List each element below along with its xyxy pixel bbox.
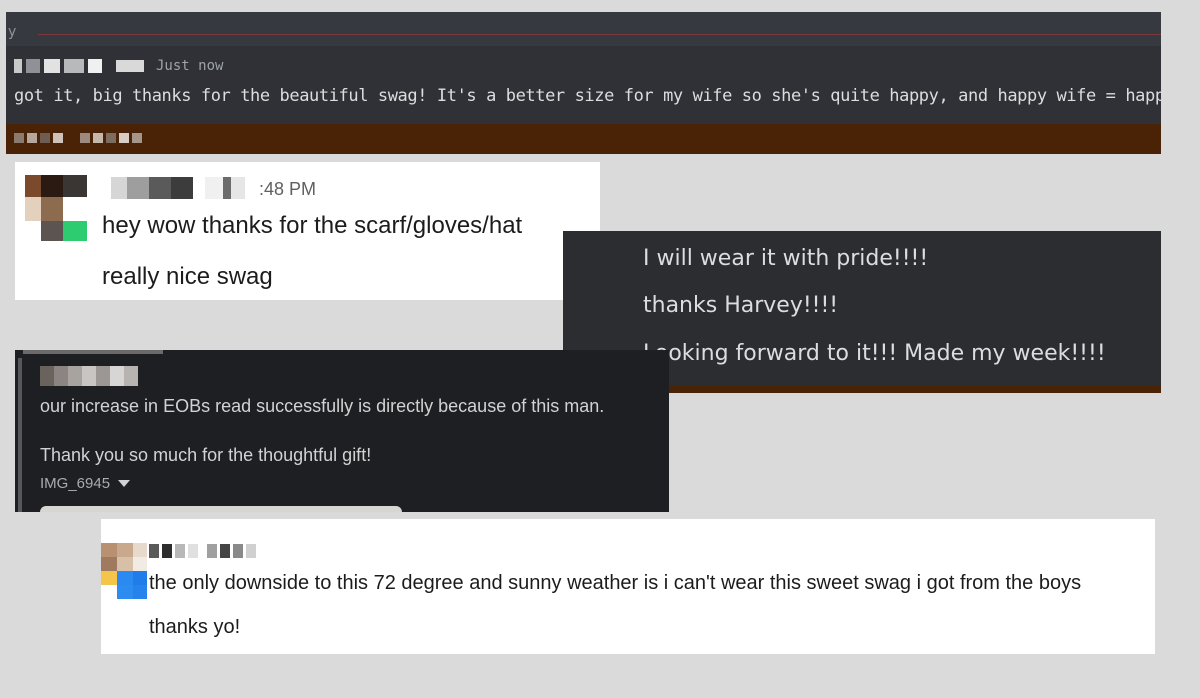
message-text-line: thanks yo!	[149, 616, 241, 638]
message-timestamp: :48 PM	[259, 179, 317, 199]
slack-message-card: our increase in EOBs read successfully i…	[15, 350, 669, 512]
header-letter: y	[8, 24, 17, 40]
pixelated-avatar[interactable]	[101, 543, 147, 599]
thread-bar	[18, 358, 22, 512]
slack-message-card: :48 PM hey wow thanks for the scarf/glov…	[15, 162, 600, 300]
message-text: got it, big thanks for the beautiful swa…	[14, 84, 1161, 106]
image-preview[interactable]	[40, 506, 402, 512]
slack-message-card: the only downside to this 72 degree and …	[101, 519, 1155, 654]
next-message-strip	[6, 124, 1161, 154]
channel-header-strip: y	[6, 12, 1161, 46]
redacted-username[interactable]	[149, 544, 256, 558]
message-timestamp: Just now	[156, 58, 224, 74]
message-text-line: Looking forward to it!!! Made my week!!!…	[643, 341, 1106, 366]
redacted-username[interactable]	[40, 366, 138, 386]
message-text-line: I will wear it with pride!!!!	[643, 246, 929, 271]
redacted-username	[14, 133, 142, 143]
message-row[interactable]: Just now got it, big thanks for the beau…	[6, 46, 1161, 136]
divider-line	[38, 34, 1161, 35]
file-name: IMG_6945	[40, 475, 111, 492]
redacted-username[interactable]	[14, 59, 144, 73]
file-attachment[interactable]: IMG_6945	[40, 475, 131, 492]
message-text-line: our increase in EOBs read successfully i…	[40, 396, 605, 416]
caret-down-icon[interactable]	[118, 480, 131, 487]
message-body: got it, big thanks for the beautiful swa…	[14, 86, 1161, 106]
message-text-line: Thank you so much for the thoughtful gif…	[40, 445, 372, 465]
pixelated-avatar[interactable]	[25, 175, 91, 243]
message-text-line: really nice swag	[102, 263, 273, 290]
discord-message-card: y Just now got it, big thanks for the be…	[6, 12, 1161, 154]
redacted-username[interactable]	[111, 177, 245, 199]
cropped-header	[23, 350, 163, 354]
next-message-strip	[583, 386, 1161, 393]
message-text-line: thanks Harvey!!!!	[643, 293, 839, 318]
message-text-line: the only downside to this 72 degree and …	[149, 572, 1082, 594]
message-text-line: hey wow thanks for the scarf/gloves/hat	[102, 212, 523, 239]
